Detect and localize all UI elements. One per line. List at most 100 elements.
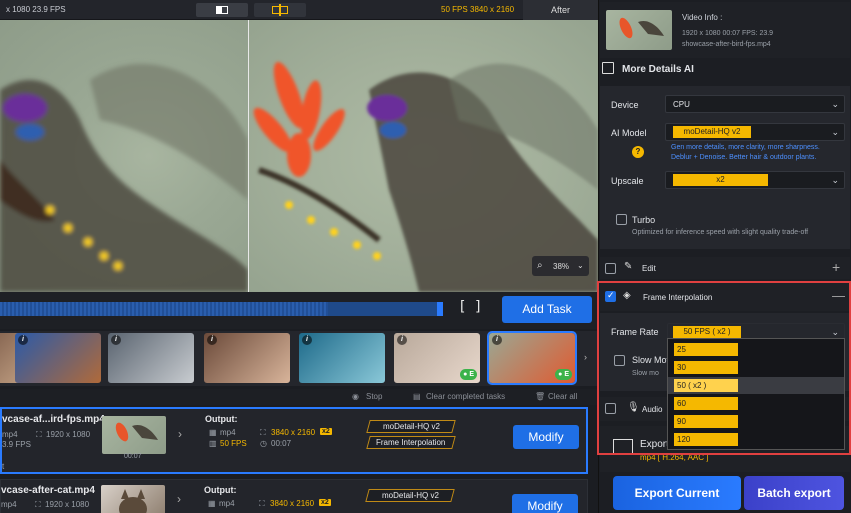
more-details-icon [602, 62, 614, 74]
batch-export-button[interactable]: Batch export [744, 476, 844, 510]
video-thumbnail[interactable]: i [204, 333, 290, 383]
frame-rate-option[interactable]: 60 [674, 397, 738, 410]
stop-button[interactable]: Stop [366, 392, 382, 401]
frame-rate-option[interactable]: 90 [674, 415, 738, 428]
zoom-icon: ⌕ [537, 260, 543, 271]
model-description: Gen more details, more clarity, more sha… [671, 144, 820, 151]
edit-checkbox[interactable] [605, 263, 616, 274]
clear-completed-icon: ▤ [413, 392, 421, 401]
info-icon[interactable]: i [111, 335, 121, 345]
video-thumbnail[interactable]: i ● E [487, 331, 577, 385]
view-mode-split-button[interactable] [254, 3, 306, 17]
turbo-description: Optimized for inference speed with sligh… [632, 229, 809, 236]
frame-rate-option[interactable]: 30 [674, 361, 738, 374]
edit-label: Edit [642, 264, 656, 273]
video-thumbnail[interactable]: i [108, 333, 194, 383]
more-details-section: Device CPU ⌄ AI Model moDetail-HQ v2 ⌄ ?… [600, 86, 850, 249]
bird-thumbnail-image [619, 17, 664, 39]
turbo-label: Turbo [632, 215, 656, 225]
task-thumbnail[interactable] [101, 485, 165, 513]
timeline-progress [0, 302, 328, 316]
model-description: Deblur + Denoise. Better hair & outdoor … [671, 154, 817, 161]
before-preview [0, 20, 248, 292]
ai-model-select[interactable]: moDetail-HQ v2 ⌄ [665, 123, 845, 141]
timeline-track[interactable] [0, 302, 443, 316]
chevron-right-icon: › [178, 427, 182, 441]
zoom-level: 38% [553, 262, 570, 271]
fps-icon: ▥ [209, 439, 217, 448]
frame-rate-dropdown: 25 30 50 ( x2 ) 60 90 120 [667, 338, 845, 450]
clear-completed-button[interactable]: Clear completed tasks [426, 392, 505, 401]
device-label: Device [611, 100, 639, 110]
video-preview[interactable]: ⌕ 38% ⌄ [0, 20, 598, 292]
clear-all-button[interactable]: Clear all [548, 392, 577, 401]
single-view-icon [216, 6, 228, 14]
frame-interpolation-icon: ◈ [623, 290, 631, 301]
video-info-thumbnail [606, 10, 672, 50]
info-icon[interactable]: i [397, 335, 407, 345]
task-row[interactable]: vcase-after-cat.mp4 mp4 ⛶ 1920 x 1080 › … [0, 479, 588, 513]
add-task-button[interactable]: Add Task [502, 296, 592, 323]
frame-rate-option[interactable]: 120 [674, 433, 738, 446]
turbo-checkbox[interactable] [616, 214, 627, 225]
hummingbird-before-image [0, 63, 248, 292]
frame-interpolation-tag: Frame Interpolation [366, 436, 456, 449]
export-format[interactable]: mp4 [ H.264, AAC ] [640, 453, 708, 462]
slow-motion-checkbox[interactable] [614, 355, 625, 366]
export-icon [613, 439, 633, 454]
modify-button[interactable]: Modify [512, 494, 578, 513]
video-info-section: Video Info : 1920 x 1080 00:07 FPS: 23.9… [600, 2, 850, 58]
model-tag: moDetail-HQ v2 [366, 420, 456, 433]
chevron-down-icon: ⌄ [831, 99, 839, 109]
trim-end-icon[interactable]: ] [474, 299, 482, 315]
upscale-select[interactable]: x2 ⌄ [665, 171, 845, 189]
info-icon[interactable]: i [302, 335, 312, 345]
task-row[interactable]: vcase-af...ird-fps.mp4 mp4 ⛶ 1920 x 1080… [0, 407, 588, 474]
audio-checkbox[interactable] [605, 403, 616, 414]
export-current-button[interactable]: Export Current [613, 476, 741, 510]
info-icon[interactable]: i [492, 335, 502, 345]
frame-interpolation-header[interactable]: ✓ ◈ Frame Interpolation — [600, 283, 850, 311]
plus-icon[interactable]: + [832, 259, 840, 275]
output-resolution: 3840 x 2160 [271, 428, 316, 437]
task-filename: vcase-af...ird-fps.mp4 [2, 414, 105, 425]
stop-icon: ◉ [352, 392, 359, 401]
chevron-down-icon: ⌄ [831, 175, 839, 185]
device-select[interactable]: CPU ⌄ [665, 95, 845, 113]
frame-rate-option[interactable]: 50 ( x2 ) [674, 379, 738, 392]
task-thumbnail[interactable] [102, 416, 166, 454]
trash-icon: 🗑 [535, 392, 546, 401]
target-resolution: 3840 x 2160 [470, 5, 515, 14]
video-thumbnail[interactable]: i ● E [394, 333, 480, 383]
source-fps: 3.9 FPS [2, 440, 31, 449]
output-scale-badge: x2 [319, 499, 331, 506]
target-fps: 50 FPS [441, 5, 468, 14]
chevron-down-icon: ⌄ [831, 127, 839, 137]
zoom-control[interactable]: ⌕ 38% ⌄ [532, 256, 589, 276]
slow-motion-description: Slow mo [632, 370, 659, 377]
source-resolution: 1920 x 1080 [45, 500, 90, 509]
output-label: Output: [205, 414, 238, 424]
info-icon[interactable]: i [18, 335, 28, 345]
edit-section[interactable]: ✎ Edit + [600, 257, 850, 279]
minus-icon[interactable]: — [832, 288, 845, 303]
modify-button[interactable]: Modify [513, 425, 579, 449]
info-icon[interactable]: i [207, 335, 217, 345]
help-icon[interactable]: ? [632, 146, 644, 158]
video-thumbnail[interactable]: i [15, 333, 101, 383]
output-fps: 50 FPS [220, 439, 247, 448]
video-info-details: 1920 x 1080 00:07 FPS: 23.9 [682, 30, 774, 37]
chevron-right-icon[interactable]: › [584, 352, 587, 362]
source-format: mp4 [2, 430, 18, 439]
after-label: After [523, 0, 598, 20]
video-thumbnail[interactable]: i [299, 333, 385, 383]
trim-start-icon[interactable]: [ [458, 299, 466, 315]
format-icon: ▦ [208, 499, 216, 508]
frame-rate-option[interactable]: 25 [674, 343, 738, 356]
view-mode-single-button[interactable] [196, 3, 248, 17]
task-footer: t [2, 462, 5, 471]
frame-interpolation-checkbox[interactable]: ✓ [605, 290, 616, 302]
timeline-handle[interactable] [437, 302, 443, 316]
task-filename: vcase-after-cat.mp4 [1, 485, 95, 496]
resolution-icon: ⛶ [36, 430, 42, 439]
